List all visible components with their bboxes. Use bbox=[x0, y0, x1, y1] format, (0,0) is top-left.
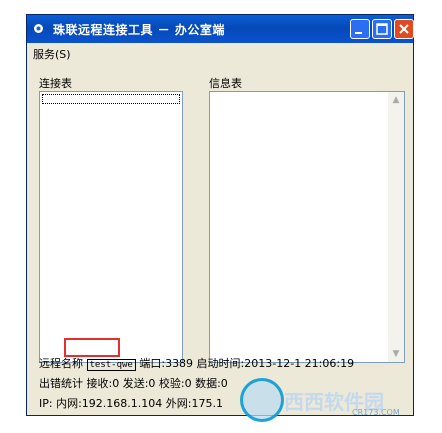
remote-name-label: 远程名称 bbox=[39, 357, 83, 370]
list-item[interactable] bbox=[42, 94, 180, 104]
highlight-box bbox=[64, 338, 120, 357]
app-icon bbox=[34, 24, 43, 33]
watermark-logo: 西西软件园 CR173.COM bbox=[240, 378, 420, 422]
info-list-label: 信息表 bbox=[209, 77, 242, 90]
maximize-button[interactable] bbox=[372, 19, 392, 39]
info-list-scrollbar[interactable]: ▲ ▼ bbox=[388, 92, 404, 362]
menu-bar: 服务(S) bbox=[27, 44, 413, 62]
close-button[interactable] bbox=[394, 19, 414, 39]
remote-name-field[interactable]: test-qwe bbox=[86, 359, 136, 371]
menu-service[interactable]: 服务(S) bbox=[33, 46, 71, 62]
scroll-down-button[interactable]: ▼ bbox=[388, 346, 404, 362]
window-title: 珠联远程连接工具 － 办公室端 bbox=[53, 23, 225, 37]
chevron-down-icon: ▼ bbox=[392, 349, 400, 359]
watermark-url: CR173.COM bbox=[352, 408, 400, 417]
close-icon bbox=[399, 24, 409, 34]
title-bar[interactable]: 珠联远程连接工具 － 办公室端 bbox=[27, 15, 414, 43]
connection-list-label: 连接表 bbox=[39, 77, 72, 90]
watermark-icon bbox=[240, 378, 284, 422]
minimize-icon bbox=[355, 32, 362, 34]
port-start-time: 端口:3389 启动时间:2013-12-1 21:06:19 bbox=[139, 357, 355, 370]
maximize-icon bbox=[376, 23, 388, 35]
info-list[interactable]: ▲ ▼ bbox=[209, 91, 405, 363]
status-line-errors: 出错统计 接收:0 发送:0 校验:0 数据:0 bbox=[39, 377, 228, 390]
status-line-name: 远程名称 test-qwe 端口:3389 启动时间:2013-12-1 21:… bbox=[39, 355, 354, 371]
connection-list[interactable] bbox=[39, 91, 183, 363]
status-line-ip: IP: 内网:192.168.1.104 外网:175.1 bbox=[39, 397, 223, 410]
scroll-up-button[interactable]: ▲ bbox=[388, 92, 404, 108]
chevron-up-icon: ▲ bbox=[392, 95, 400, 105]
minimize-button[interactable] bbox=[350, 19, 370, 39]
